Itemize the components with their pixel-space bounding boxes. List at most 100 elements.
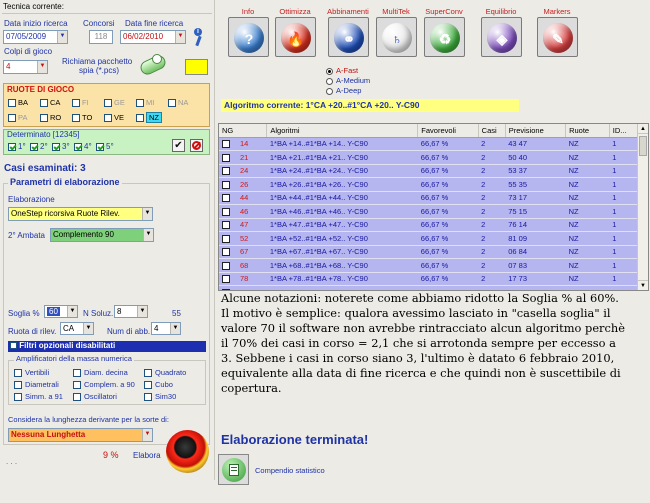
column-header[interactable]: NG xyxy=(219,124,268,138)
column-header[interactable]: Algoritmi xyxy=(266,124,419,138)
determinato-checkbox[interactable] xyxy=(96,142,104,151)
soglia-select[interactable]: 60 ▼ xyxy=(44,305,78,318)
determinato-5[interactable]: 5° xyxy=(96,142,114,151)
table-row[interactable]: 52 1*BA +52..#1*BA +52.. Y-C90 66,67 % 2 81 … xyxy=(219,231,639,246)
row-checkbox[interactable] xyxy=(222,194,230,203)
column-header[interactable]: ID... xyxy=(609,124,640,138)
tool-ottimizza-button[interactable]: 🔥 xyxy=(275,17,316,57)
column-header[interactable]: Ruote xyxy=(565,124,610,138)
row-checkbox[interactable] xyxy=(222,167,230,176)
column-header[interactable]: Previsione xyxy=(505,124,567,138)
compendio-button[interactable] xyxy=(218,454,249,485)
nsoluz-select[interactable]: 8 ▼ xyxy=(114,305,148,318)
tool-markers-button[interactable]: ✎ xyxy=(537,17,578,57)
table-row[interactable]: 26 1*BA +26..#1*BA +26.. Y-C90 66,67 % 2 55 … xyxy=(219,177,639,192)
ambata-select[interactable]: Complemento 90 ▼ xyxy=(50,228,154,242)
ruota-checkbox[interactable] xyxy=(72,114,80,123)
ruota-checkbox[interactable] xyxy=(8,114,16,123)
filtri-checkbox[interactable] xyxy=(10,342,17,350)
table-row[interactable]: 68 1*BA +68..#1*BA +68.. Y-C90 66,67 % 2 07 … xyxy=(219,258,639,273)
amplificatore-checkbox[interactable] xyxy=(14,381,22,390)
determinato-checkbox[interactable] xyxy=(52,142,60,151)
amplificatore-option[interactable]: Quadrato xyxy=(144,368,186,378)
row-checkbox[interactable] xyxy=(222,275,230,284)
colpi-select[interactable]: 4 ▼ xyxy=(3,60,48,74)
amplificatore-checkbox[interactable] xyxy=(144,381,152,390)
radio-icon[interactable] xyxy=(326,67,333,75)
amplificatore-option[interactable]: Sim30 xyxy=(144,392,176,402)
ruota-pa[interactable]: PA xyxy=(8,113,27,123)
tool-info-button[interactable]: ? xyxy=(228,17,269,57)
ruota-checkbox[interactable] xyxy=(136,99,144,108)
ruota-ca[interactable]: CA xyxy=(40,98,60,108)
determinato-3[interactable]: 3° xyxy=(52,142,70,151)
ruota-mi[interactable]: MI xyxy=(136,98,154,108)
table-scrollbar[interactable]: ▲ ▼ xyxy=(637,124,648,290)
ruota-ba[interactable]: BA xyxy=(8,98,28,108)
row-checkbox[interactable] xyxy=(222,207,230,216)
determinato-2[interactable]: 2° xyxy=(30,142,48,151)
ruota-checkbox[interactable] xyxy=(40,99,48,108)
ruota-ge[interactable]: GE xyxy=(104,98,125,108)
row-checkbox[interactable] xyxy=(222,261,230,270)
table-row[interactable]: 14 1*BA +14..#1*BA +14.. Y-C90 66,67 % 2 43 … xyxy=(219,137,639,151)
determinato-checkbox[interactable] xyxy=(74,142,82,151)
confirm-check-icon[interactable]: ✔ xyxy=(172,139,185,152)
ruota-to[interactable]: TO xyxy=(72,113,92,123)
tool-abbinamenti-button[interactable]: ⚭ xyxy=(328,17,369,57)
table-row[interactable]: 46 1*BA +46..#1*BA +46.. Y-C90 66,67 % 2 75 … xyxy=(219,204,639,219)
ruota-nz[interactable]: NZ xyxy=(136,112,162,123)
ruota-checkbox[interactable] xyxy=(104,99,112,108)
amplificatore-option[interactable]: Simm. a 91 xyxy=(14,392,63,402)
table-row[interactable]: 24 1*BA +24..#1*BA +24.. Y-C90 66,67 % 2 53 … xyxy=(219,164,639,178)
determinato-checkbox[interactable] xyxy=(30,142,38,151)
amplificatore-checkbox[interactable] xyxy=(14,369,22,378)
table-row[interactable]: 78 1*BA +78..#1*BA +78.. Y-C90 66,67 % 2 17 … xyxy=(219,272,639,286)
row-checkbox[interactable] xyxy=(222,248,230,257)
row-checkbox[interactable] xyxy=(222,234,230,243)
num-abb-select[interactable]: 4 ▼ xyxy=(151,322,181,335)
column-header[interactable]: Casi xyxy=(478,124,506,138)
ruota-checkbox[interactable] xyxy=(168,99,176,108)
amplificatore-checkbox[interactable] xyxy=(144,369,152,378)
amplificatore-option[interactable]: Vertibili xyxy=(14,368,49,378)
elabora-button[interactable] xyxy=(166,430,209,473)
row-checkbox[interactable] xyxy=(222,140,230,149)
tool-multitek-button[interactable]: ♄ xyxy=(376,17,417,57)
amplificatore-checkbox[interactable] xyxy=(73,393,81,402)
amplificatore-checkbox[interactable] xyxy=(14,393,22,402)
row-checkbox[interactable] xyxy=(222,221,230,230)
determinato-1[interactable]: 1° xyxy=(8,142,26,151)
amplificatore-option[interactable]: Diametrali xyxy=(14,380,59,390)
table-row[interactable]: 47 1*BA +47..#1*BA +47.. Y-C90 66,67 % 2 76 … xyxy=(219,218,639,232)
mode-a-deep[interactable]: A-Deep xyxy=(326,86,370,96)
ruota-na[interactable]: NA xyxy=(168,98,188,108)
ruota-rilev-select[interactable]: CA ▼ xyxy=(60,322,94,335)
amplificatore-checkbox[interactable] xyxy=(73,369,81,378)
amplificatore-checkbox[interactable] xyxy=(73,381,81,390)
determinato-checkbox[interactable] xyxy=(8,142,16,151)
ruota-ve[interactable]: VE xyxy=(104,113,124,123)
info-pen-icon[interactable]: i xyxy=(191,28,205,47)
mode-a-fast[interactable]: A-Fast xyxy=(326,66,370,76)
amplificatore-option[interactable]: Complem. a 90 xyxy=(73,380,135,390)
amplificatore-checkbox[interactable] xyxy=(144,393,152,402)
ruota-fi[interactable]: FI xyxy=(72,98,89,108)
ruota-checkbox[interactable] xyxy=(8,99,16,108)
amplificatore-option[interactable]: Cubo xyxy=(144,380,173,390)
date-end-picker[interactable]: 06/02/2010 ▼ xyxy=(120,30,186,44)
ruota-checkbox[interactable] xyxy=(136,114,144,123)
radio-icon[interactable] xyxy=(326,87,333,95)
ruota-checkbox[interactable] xyxy=(104,114,112,123)
table-row[interactable]: 44 1*BA +44..#1*BA +44.. Y-C90 66,67 % 2 73 … xyxy=(219,191,639,205)
radio-icon[interactable] xyxy=(326,77,333,85)
amplificatore-option[interactable]: Diam. decina xyxy=(73,368,128,378)
lunghezza-select[interactable]: Nessuna Lunghetta ▼ xyxy=(8,428,153,442)
spy-package-icon[interactable] xyxy=(136,52,170,80)
mode-a-medium[interactable]: A-Medium xyxy=(326,76,370,86)
ruota-checkbox[interactable] xyxy=(40,114,48,123)
determinato-4[interactable]: 4° xyxy=(74,142,92,151)
cancel-icon[interactable] xyxy=(190,139,203,152)
tool-superconv-button[interactable]: ♻ xyxy=(424,17,465,57)
tool-equilibrio-button[interactable]: ◈ xyxy=(481,17,522,57)
